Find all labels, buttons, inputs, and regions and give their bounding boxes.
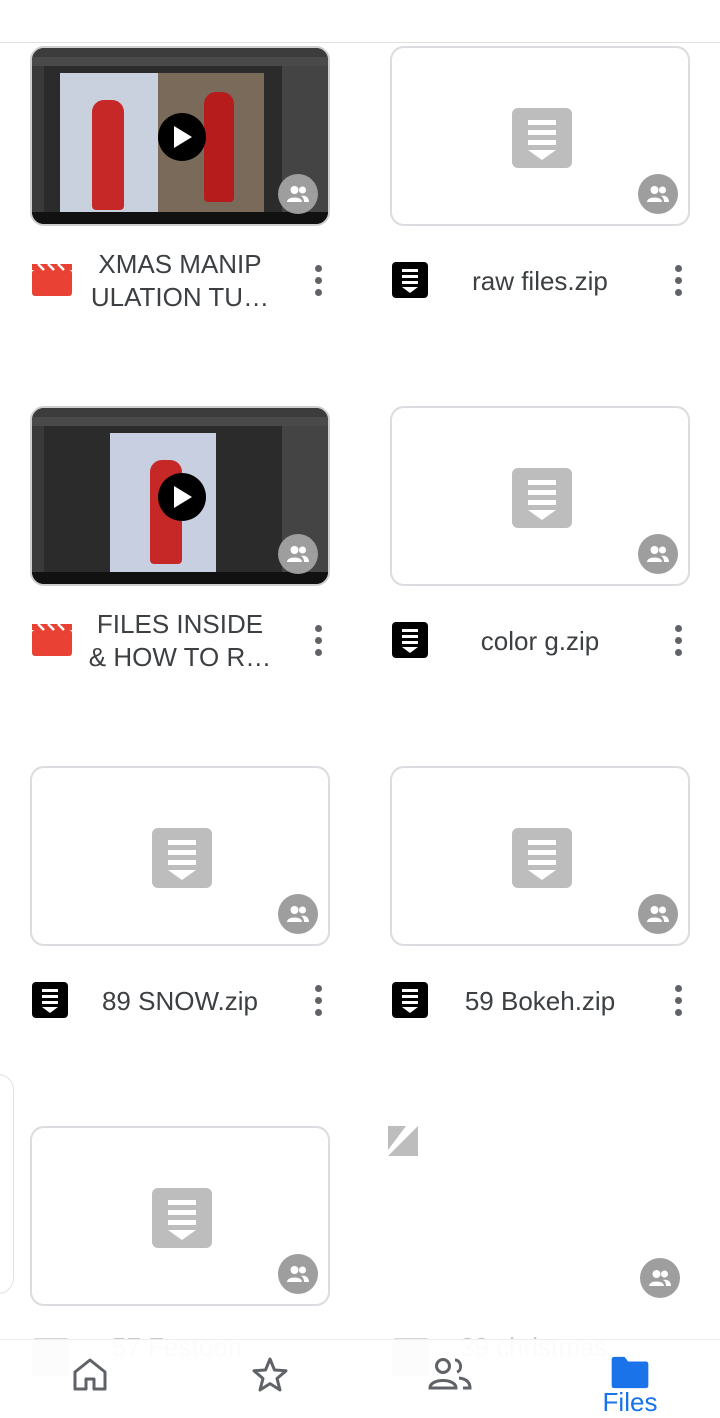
file-name[interactable]: color g.zip <box>448 606 632 676</box>
zip-file-icon <box>392 622 428 663</box>
shared-badge-icon <box>278 534 318 574</box>
file-name[interactable]: 59 Bokeh.zip <box>448 966 632 1036</box>
archive-placeholder-icon <box>512 828 572 888</box>
file-grid: XMAS MANIP ULATION TU… raw files.zip FIL… <box>0 0 720 1418</box>
shared-badge-icon <box>278 174 318 214</box>
archive-placeholder-icon <box>152 828 212 888</box>
zip-thumbnail[interactable] <box>30 766 330 946</box>
file-caption: raw files.zip <box>390 246 690 316</box>
file-caption: color g.zip <box>390 606 690 676</box>
shared-badge-icon <box>278 1254 318 1294</box>
bottom-navigation: Files <box>0 1339 720 1418</box>
loading-thumbnail-icon <box>388 1126 418 1161</box>
file-caption: XMAS MANIP ULATION TU… <box>30 246 330 316</box>
video-thumbnail[interactable] <box>30 46 330 226</box>
more-options-icon[interactable] <box>666 262 690 298</box>
shared-badge-icon <box>640 1258 680 1298</box>
zip-file-icon <box>32 982 68 1023</box>
nav-shared[interactable] <box>360 1340 540 1418</box>
zip-thumbnail[interactable] <box>390 406 690 586</box>
star-icon <box>252 1357 288 1392</box>
play-icon <box>158 473 206 521</box>
video-file-icon <box>32 622 72 663</box>
file-name[interactable]: raw files.zip <box>448 246 632 316</box>
shared-badge-icon <box>638 894 678 934</box>
shared-badge-icon <box>638 534 678 574</box>
home-icon <box>73 1358 107 1391</box>
archive-placeholder-icon <box>512 468 572 528</box>
people-icon <box>428 1358 472 1390</box>
zip-file-icon <box>392 262 428 303</box>
shared-badge-icon <box>278 894 318 934</box>
more-options-icon[interactable] <box>306 622 330 658</box>
file-caption: 59 Bokeh.zip <box>390 966 690 1036</box>
shared-badge-icon <box>638 174 678 214</box>
file-caption: 89 SNOW.zip <box>30 966 330 1036</box>
side-panel-handle[interactable] <box>0 1074 14 1294</box>
more-options-icon[interactable] <box>666 622 690 658</box>
more-options-icon[interactable] <box>306 262 330 298</box>
zip-thumbnail[interactable] <box>390 46 690 226</box>
folder-icon <box>611 1356 649 1389</box>
archive-placeholder-icon <box>512 108 572 168</box>
play-icon <box>158 113 206 161</box>
zip-file-icon <box>392 982 428 1023</box>
file-name[interactable]: FILES INSIDE & HOW TO R… <box>88 606 272 676</box>
video-thumbnail[interactable] <box>30 406 330 586</box>
archive-placeholder-icon <box>152 1188 212 1248</box>
file-caption: FILES INSIDE & HOW TO R… <box>30 606 330 676</box>
file-name[interactable]: XMAS MANIP ULATION TU… <box>88 246 272 316</box>
more-options-icon[interactable] <box>666 982 690 1018</box>
nav-files[interactable]: Files <box>540 1340 720 1418</box>
zip-thumbnail[interactable] <box>390 766 690 946</box>
nav-starred[interactable] <box>180 1340 360 1418</box>
video-file-icon <box>32 262 72 303</box>
file-name[interactable]: 89 SNOW.zip <box>88 966 272 1036</box>
nav-files-label: Files <box>602 1387 658 1417</box>
nav-home[interactable] <box>0 1340 180 1418</box>
zip-thumbnail[interactable] <box>30 1126 330 1306</box>
more-options-icon[interactable] <box>306 982 330 1018</box>
